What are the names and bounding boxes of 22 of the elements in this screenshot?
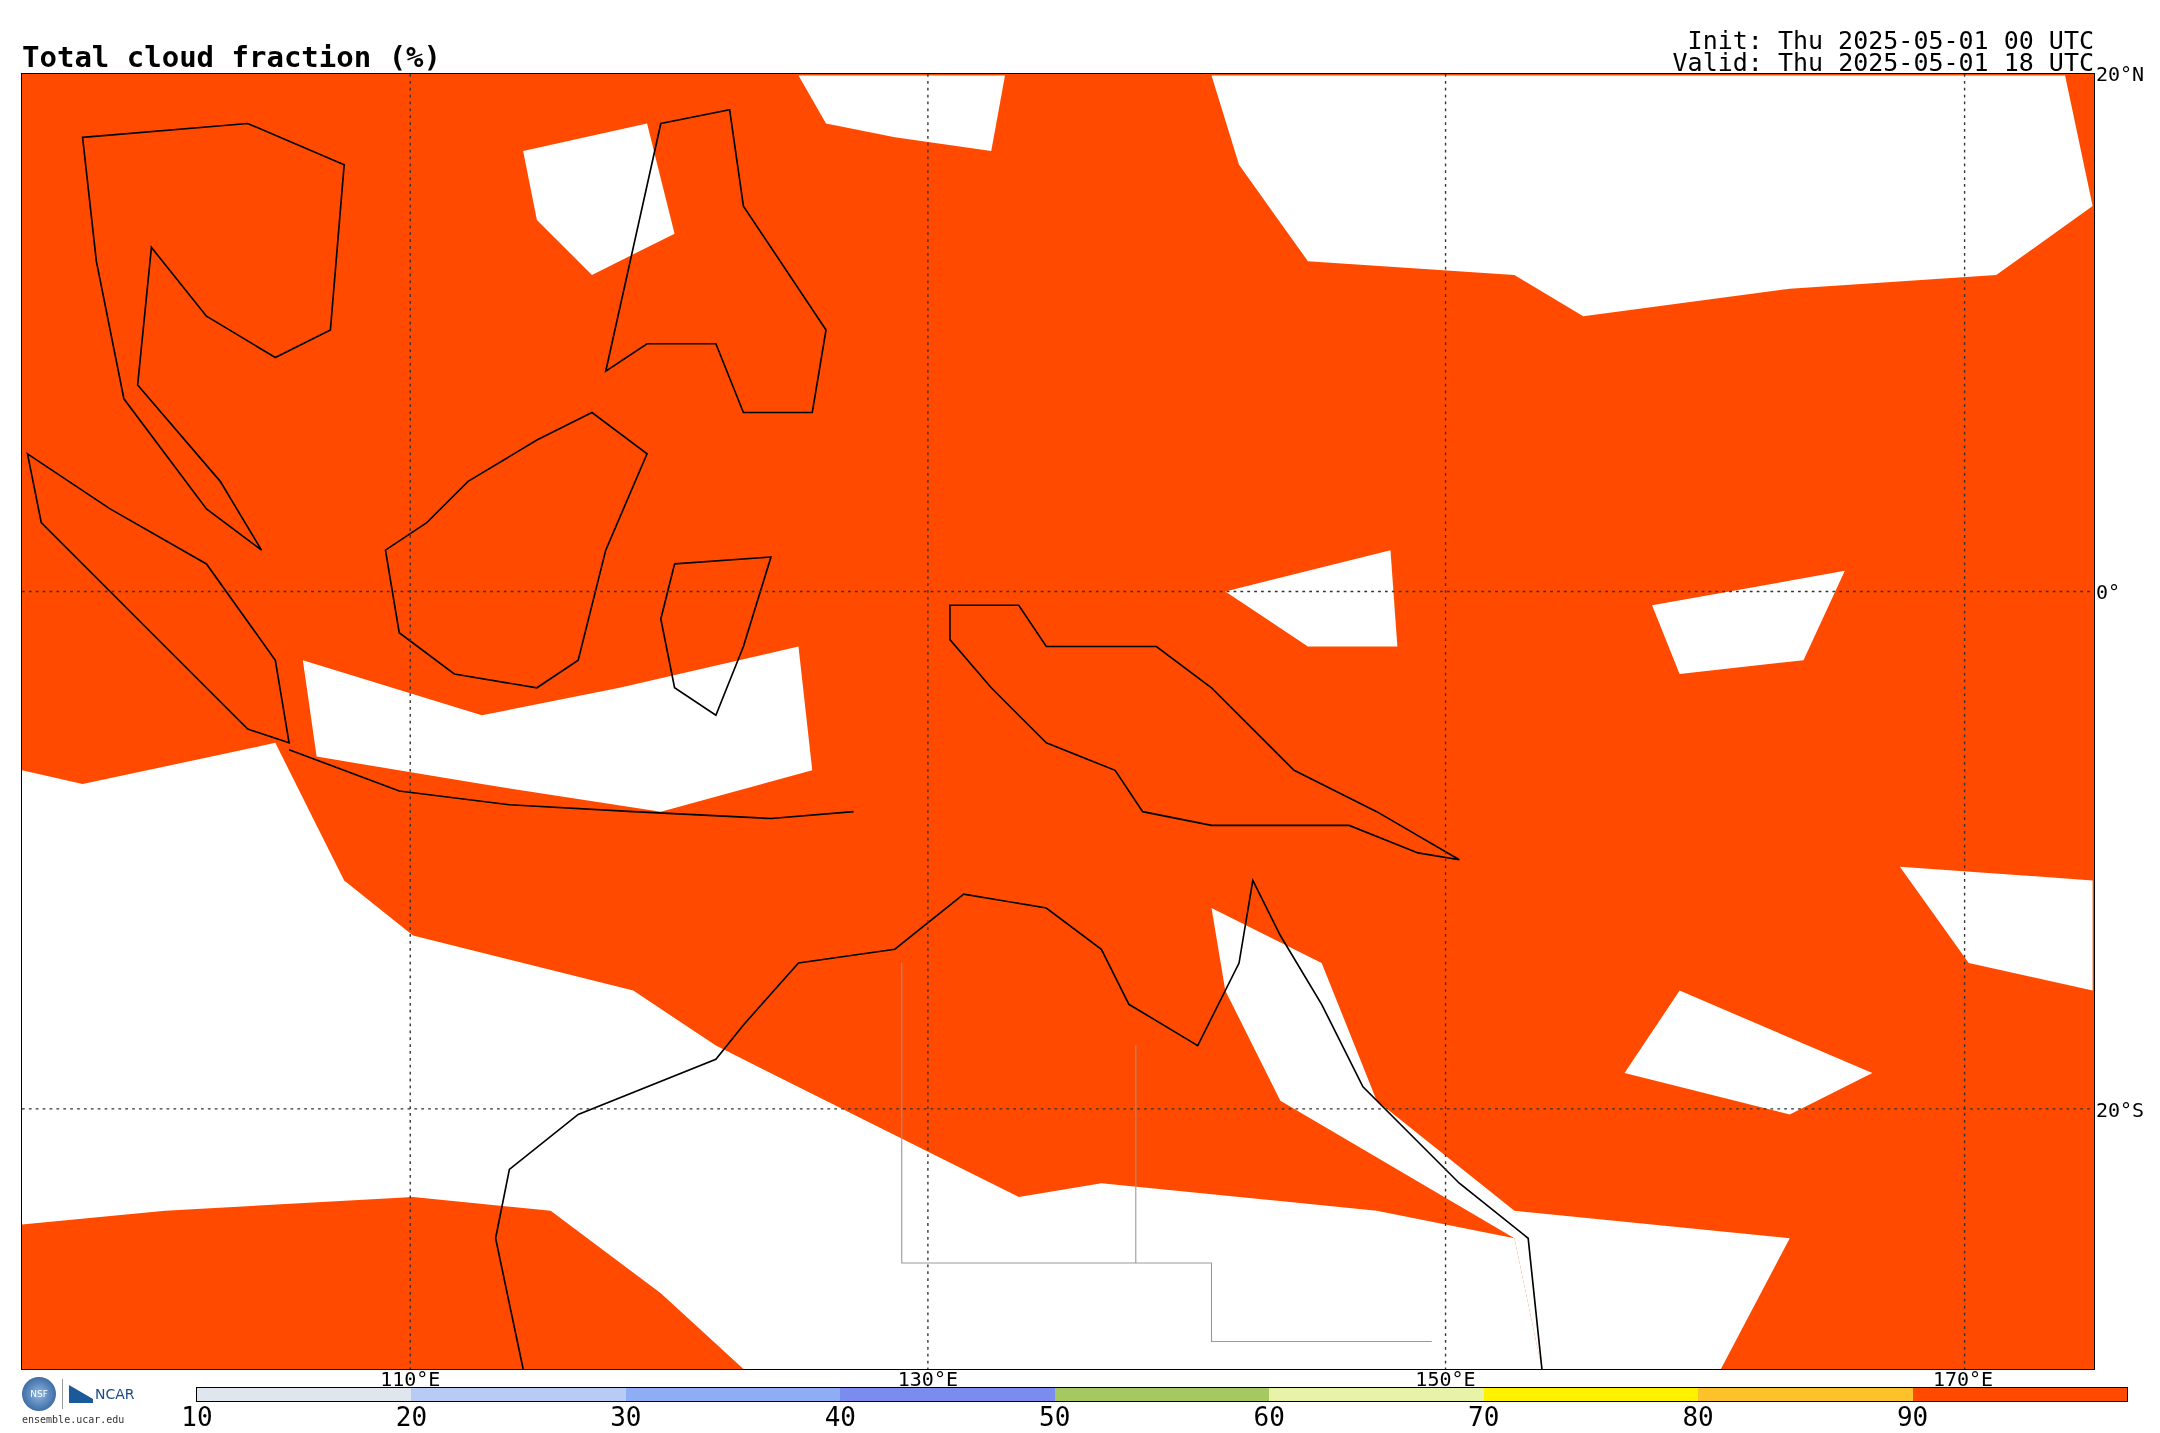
scale-value: 80 bbox=[1682, 1403, 1714, 1431]
scale-value: 10 bbox=[181, 1403, 213, 1431]
longitude-label: 130°E bbox=[897, 1369, 958, 1389]
latitude-label: 20°S bbox=[2096, 1100, 2145, 1120]
init-time: Init: Thu 2025-05-01 00 UTC bbox=[1687, 30, 2094, 52]
longitude-label: 150°E bbox=[1415, 1369, 1476, 1389]
scale-value: 70 bbox=[1468, 1403, 1500, 1431]
nsf-logo: NSF bbox=[22, 1377, 56, 1411]
latitude-label: 0° bbox=[2096, 582, 2121, 602]
ncar-wordmark: NCAR bbox=[95, 1386, 135, 1402]
scale-value: 50 bbox=[1039, 1403, 1071, 1431]
latitude-label: 20°N bbox=[2096, 64, 2145, 84]
scale-value: 90 bbox=[1896, 1403, 1929, 1431]
scale-value: 20 bbox=[395, 1403, 428, 1431]
scale-value: 60 bbox=[1253, 1403, 1285, 1431]
valid-time: Valid: Thu 2025-05-01 18 UTC bbox=[1672, 52, 2094, 74]
scale-value: 30 bbox=[610, 1403, 642, 1431]
scale-value: 40 bbox=[824, 1403, 856, 1431]
longitude-label: 170°E bbox=[1932, 1369, 1994, 1389]
longitude-label: 110°E bbox=[380, 1369, 441, 1389]
ncar-logo-icon bbox=[69, 1385, 93, 1403]
chart-title: Total cloud fraction (%) bbox=[22, 43, 442, 72]
